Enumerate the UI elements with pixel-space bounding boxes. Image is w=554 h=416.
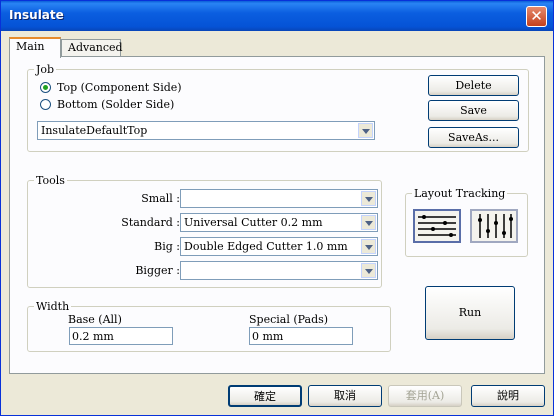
- chevron-down-icon[interactable]: [361, 263, 376, 278]
- small-tool-label: Small :: [141, 192, 180, 205]
- apply-button[interactable]: 套用(A): [388, 385, 462, 407]
- tools-legend: Tools: [36, 174, 65, 187]
- chevron-down-icon[interactable]: [361, 215, 376, 230]
- chevron-down-icon[interactable]: [358, 123, 373, 138]
- bigger-tool-label: Bigger :: [135, 264, 180, 277]
- radio-indicator[interactable]: [40, 99, 51, 110]
- base-width-label: Base (All): [68, 313, 122, 326]
- special-width-input[interactable]: 0 mm: [249, 327, 353, 345]
- chevron-down-icon[interactable]: [361, 191, 376, 206]
- job-preset-value: InsulateDefaultTop: [41, 124, 148, 137]
- tab-advanced[interactable]: Advanced: [61, 39, 123, 57]
- radio-top-side[interactable]: Top (Component Side): [40, 81, 182, 94]
- big-tool-select[interactable]: Double Edged Cutter 1.0 mm: [180, 237, 378, 256]
- ok-button[interactable]: 確定: [228, 385, 302, 407]
- radio-top-label: Top (Component Side): [57, 81, 182, 94]
- base-width-input[interactable]: 0.2 mm: [69, 327, 173, 345]
- close-button[interactable]: ✕: [526, 6, 547, 27]
- base-width-value: 0.2 mm: [72, 330, 114, 343]
- horizontal-tracking-icon[interactable]: [413, 209, 461, 243]
- big-tool-value: Double Edged Cutter 1.0 mm: [184, 240, 348, 253]
- standard-tool-select[interactable]: Universal Cutter 0.2 mm: [180, 213, 378, 232]
- run-button[interactable]: Run: [425, 286, 515, 340]
- bigger-tool-select[interactable]: [180, 261, 378, 280]
- standard-tool-value: Universal Cutter 0.2 mm: [184, 216, 323, 229]
- standard-tool-label: Standard :: [121, 216, 180, 229]
- width-legend: Width: [36, 300, 70, 313]
- big-tool-label: Big :: [154, 240, 180, 253]
- chevron-down-icon[interactable]: [361, 239, 376, 254]
- help-button[interactable]: 說明: [471, 385, 545, 407]
- radio-indicator[interactable]: [40, 82, 51, 93]
- insulate-dialog: Insulate ✕ Main Advanced Job Top (Compon…: [0, 0, 554, 416]
- layout-tracking-legend: Layout Tracking: [414, 187, 506, 200]
- radio-bottom-label: Bottom (Solder Side): [57, 98, 175, 111]
- tab-main[interactable]: Main: [9, 37, 61, 58]
- saveas-button[interactable]: SaveAs...: [428, 127, 519, 148]
- delete-button[interactable]: Delete: [428, 75, 519, 96]
- job-preset-select[interactable]: InsulateDefaultTop: [37, 121, 375, 140]
- window-title: Insulate: [9, 8, 64, 22]
- cancel-button[interactable]: 取消: [308, 385, 382, 407]
- save-button[interactable]: Save: [428, 100, 519, 121]
- special-width-label: Special (Pads): [249, 313, 329, 326]
- vertical-tracking-icon[interactable]: [470, 209, 518, 243]
- title-bar[interactable]: Insulate ✕: [1, 1, 553, 31]
- special-width-value: 0 mm: [252, 330, 284, 343]
- job-legend: Job: [36, 63, 55, 76]
- close-icon: ✕: [530, 7, 543, 25]
- radio-bottom-side[interactable]: Bottom (Solder Side): [40, 98, 174, 111]
- main-panel: Job Top (Component Side) Bottom (Solder …: [9, 56, 545, 374]
- small-tool-select[interactable]: [180, 189, 378, 208]
